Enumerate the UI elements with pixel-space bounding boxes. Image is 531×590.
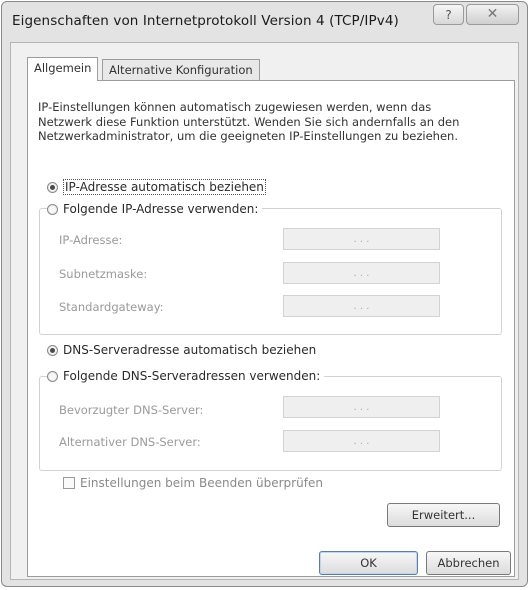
alternate-dns-input[interactable]: . . . [283, 430, 440, 452]
default-gateway-label: Standardgateway: [59, 300, 164, 314]
subnet-mask-label: Subnetzmaske: [59, 267, 148, 281]
default-gateway-input[interactable]: . . . [283, 295, 440, 317]
title-bar: Eigenschaften von Internetprotokoll Vers… [2, 2, 527, 42]
dialog-window: Eigenschaften von Internetprotokoll Vers… [1, 1, 528, 587]
help-button[interactable]: ? [433, 4, 464, 25]
dns-manual-label[interactable]: Folgende DNS-Serveradressen verwenden: [63, 369, 320, 383]
ip-manual-radio[interactable] [47, 203, 58, 215]
dns-auto-label[interactable]: DNS-Serveradresse automatisch beziehen [63, 343, 316, 357]
validate-on-exit-row[interactable]: Einstellungen beim Beenden überprüfen [63, 476, 323, 490]
preferred-dns-label: Bevorzugter DNS-Server: [59, 403, 204, 417]
cancel-button[interactable]: Abbrechen [426, 551, 511, 575]
ip-manual-label[interactable]: Folgende IP-Adresse verwenden: [63, 202, 258, 216]
ip-auto-radio-row[interactable]: IP-Adresse automatisch beziehen [47, 179, 266, 195]
tab-alternative-konfiguration[interactable]: Alternative Konfiguration [102, 59, 260, 81]
ip-address-input[interactable]: . . . [283, 228, 440, 250]
preferred-dns-input[interactable]: . . . [283, 396, 440, 418]
advanced-button[interactable]: Erweitert... [387, 503, 500, 527]
dns-manual-radio-row[interactable]: Folgende DNS-Serveradressen verwenden: [47, 369, 325, 383]
ip-address-label: IP-Adresse: [59, 233, 123, 247]
close-button[interactable]: ✕ [466, 4, 519, 25]
ip-auto-label[interactable]: IP-Adresse automatisch beziehen [63, 179, 266, 195]
description-text: IP-Einstellungen können automatisch zuge… [38, 100, 460, 143]
validate-on-exit-label[interactable]: Einstellungen beim Beenden überprüfen [80, 476, 323, 490]
validate-on-exit-checkbox[interactable] [63, 477, 75, 489]
tab-allgemein[interactable]: Allgemein [27, 57, 99, 81]
dialog-client-area: Allgemein Alternative Konfiguration IP-E… [10, 42, 519, 580]
window-title: Eigenschaften von Internetprotokoll Vers… [12, 13, 399, 29]
ip-auto-radio[interactable] [47, 181, 58, 193]
close-icon[interactable]: ✕ [487, 6, 499, 22]
dns-auto-radio-row[interactable]: DNS-Serveradresse automatisch beziehen [47, 343, 316, 357]
dns-auto-radio[interactable] [47, 344, 58, 356]
dns-manual-radio[interactable] [47, 370, 58, 382]
dns-settings-group [39, 376, 502, 471]
ip-manual-radio-row[interactable]: Folgende IP-Adresse verwenden: [47, 202, 263, 216]
ok-button[interactable]: OK [319, 551, 418, 575]
subnet-mask-input[interactable]: . . . [283, 262, 440, 284]
alternate-dns-label: Alternativer DNS-Server: [59, 435, 201, 449]
